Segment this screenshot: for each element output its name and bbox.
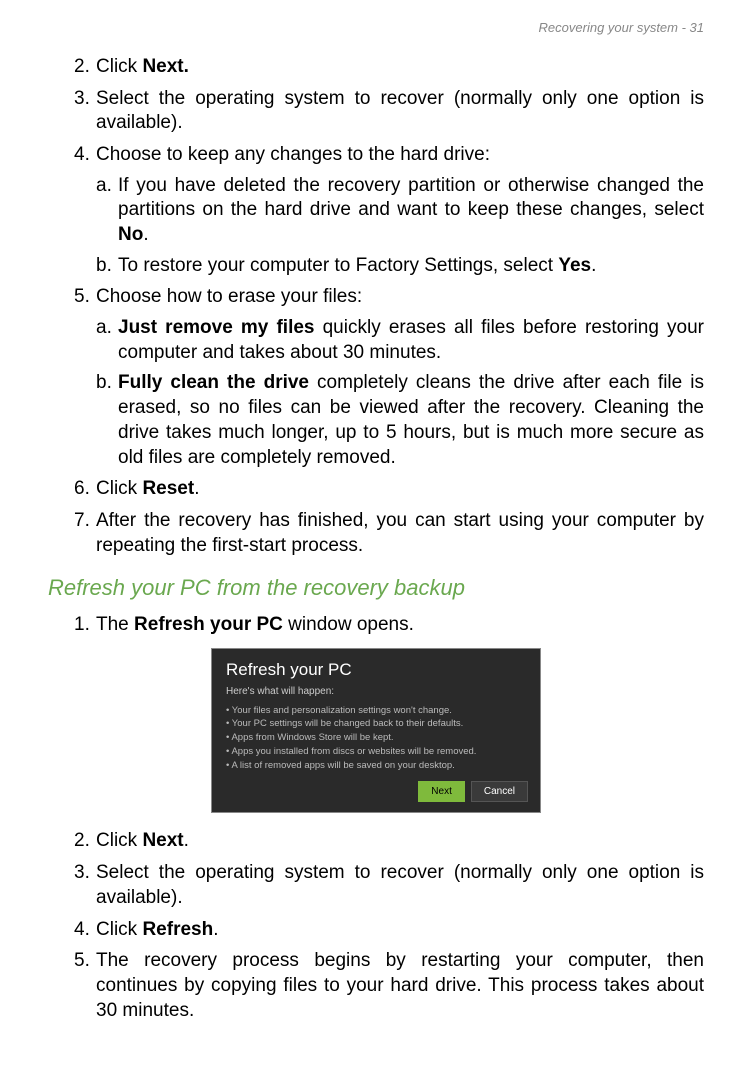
step-text: The recovery process begins by restartin… (96, 950, 704, 1020)
figure-bullet: Your PC settings will be changed back to… (226, 717, 526, 731)
step-text: Click (96, 830, 142, 851)
step-bold: Next (142, 830, 183, 851)
step-5: 5. Choose how to erase your files: a. Ju… (48, 285, 704, 470)
step-text: Choose to keep any changes to the hard d… (96, 144, 490, 165)
step-number: 5. (74, 285, 90, 310)
substep-a: a. Just remove my files quickly erases a… (96, 316, 704, 365)
step-bold: Refresh (142, 919, 213, 940)
step-text: Click (96, 919, 142, 940)
step-5b: 5. The recovery process begins by restar… (48, 949, 704, 1023)
figure-bullet: Your files and personalization settings … (226, 704, 526, 718)
substep-bold: Just remove my files (118, 317, 315, 338)
substep-b: b. Fully clean the drive completely clea… (96, 371, 704, 470)
figure-bullet: Apps you installed from discs or website… (226, 745, 526, 759)
step-bold: Reset (142, 478, 194, 499)
figure-subtitle: Here's what will happen: (226, 685, 526, 698)
step-text-end: . (194, 478, 199, 499)
step-bold: Next. (142, 56, 188, 77)
figure-bullet: A list of removed apps will be saved on … (226, 759, 526, 773)
step-6: 6. Click Reset. (48, 477, 704, 502)
step-text: Click (96, 56, 142, 77)
figure-button-row: Next Cancel (418, 781, 528, 802)
step-number: 3. (74, 87, 90, 112)
step-text: Select the operating system to recover (… (96, 88, 704, 134)
figure-bullet: Apps from Windows Store will be kept. (226, 731, 526, 745)
page-header: Recovering your system - 31 (48, 20, 704, 37)
substep-bold: Fully clean the drive (118, 372, 309, 393)
refresh-pc-screenshot: Refresh your PC Here's what will happen:… (211, 648, 541, 814)
step-bold: Refresh your PC (134, 614, 283, 635)
step-number: 2. (74, 55, 90, 80)
step-text-end: . (184, 830, 189, 851)
step-number: 6. (74, 477, 90, 502)
step-7: 7. After the recovery has finished, you … (48, 509, 704, 558)
steps-list-2b: 2. Click Next. 3. Select the operating s… (48, 829, 704, 1023)
figure-bullets: Your files and personalization settings … (226, 704, 526, 773)
substep-letter: b. (96, 371, 112, 396)
step-4: 4. Choose to keep any changes to the har… (48, 143, 704, 278)
step-text: Select the operating system to recover (… (96, 862, 704, 908)
substep-bold: Yes (558, 255, 591, 276)
step-text: Choose how to erase your files: (96, 286, 362, 307)
substep-text-end: . (591, 255, 596, 276)
step-3b: 3. Select the operating system to recove… (48, 861, 704, 910)
step-number: 1. (74, 613, 90, 638)
step-number: 3. (74, 861, 90, 886)
figure-title: Refresh your PC (226, 659, 526, 681)
substep-text: To restore your computer to Factory Sett… (118, 255, 558, 276)
step-3: 3. Select the operating system to recove… (48, 87, 704, 136)
sub-list: a. If you have deleted the recovery part… (96, 174, 704, 279)
sub-list: a. Just remove my files quickly erases a… (96, 316, 704, 470)
step-text: Click (96, 478, 142, 499)
step-number: 4. (74, 143, 90, 168)
step-text-end: window opens. (283, 614, 414, 635)
substep-letter: a. (96, 174, 112, 199)
substep-text: If you have deleted the recovery partiti… (118, 175, 704, 221)
step-number: 2. (74, 829, 90, 854)
step-text: After the recovery has finished, you can… (96, 510, 704, 556)
substep-b: b. To restore your computer to Factory S… (96, 254, 704, 279)
step-1: 1. The Refresh your PC window opens. (48, 613, 704, 638)
step-2b: 2. Click Next. (48, 829, 704, 854)
step-number: 5. (74, 949, 90, 974)
substep-letter: b. (96, 254, 112, 279)
cancel-button[interactable]: Cancel (471, 781, 528, 802)
next-button[interactable]: Next (418, 781, 465, 802)
steps-list-1: 2. Click Next. 3. Select the operating s… (48, 55, 704, 558)
section-title-refresh: Refresh your PC from the recovery backup (48, 574, 704, 603)
step-text: The (96, 614, 134, 635)
substep-a: a. If you have deleted the recovery part… (96, 174, 704, 248)
substep-text-end: . (143, 224, 148, 245)
step-text-end: . (213, 919, 218, 940)
step-number: 4. (74, 918, 90, 943)
step-2: 2. Click Next. (48, 55, 704, 80)
step-number: 7. (74, 509, 90, 534)
substep-bold: No (118, 224, 143, 245)
steps-list-2: 1. The Refresh your PC window opens. (48, 613, 704, 638)
step-4b: 4. Click Refresh. (48, 918, 704, 943)
substep-letter: a. (96, 316, 112, 341)
figure-wrapper: Refresh your PC Here's what will happen:… (48, 648, 704, 814)
